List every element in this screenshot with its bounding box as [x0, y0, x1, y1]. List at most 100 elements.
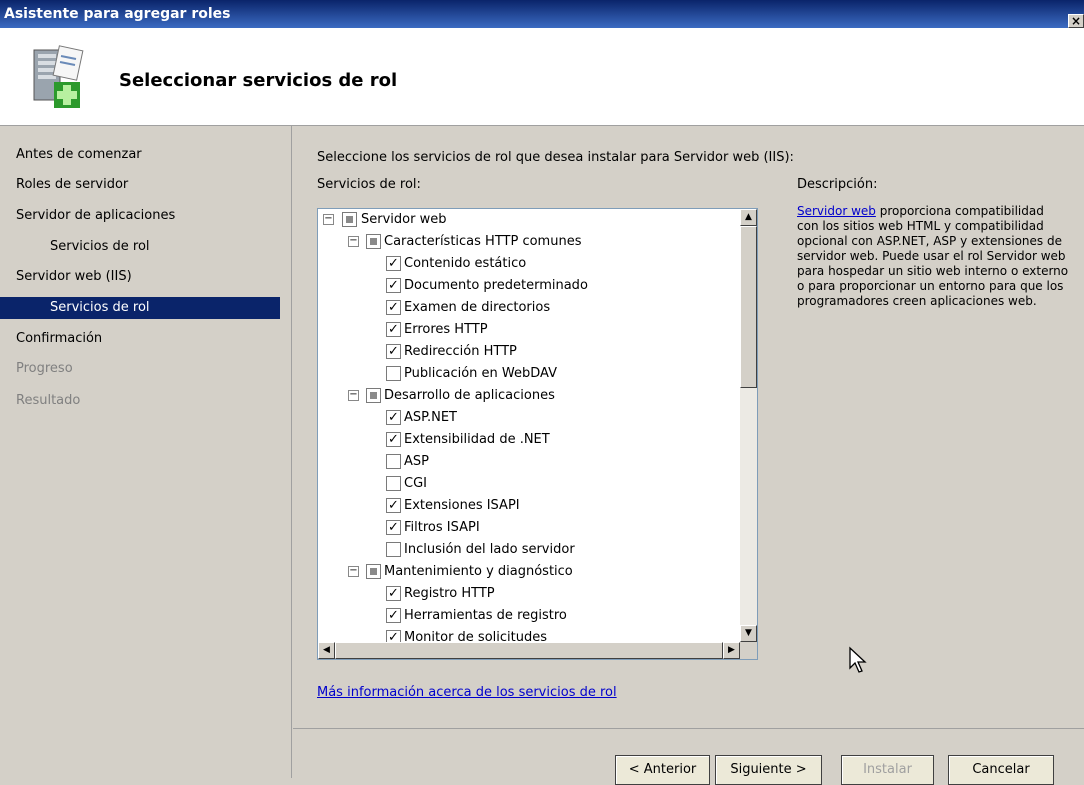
tree-item-label: Extensibilidad de .NET [404, 432, 550, 447]
tree-item-label: Contenido estático [404, 256, 527, 271]
tree-checkbox[interactable] [342, 212, 357, 227]
tree-item[interactable]: − Mantenimiento y diagnóstico [318, 561, 738, 583]
tree-checkbox[interactable]: ✓ [386, 608, 401, 623]
mouse-cursor-icon [849, 646, 867, 673]
tree-item[interactable]: ✓ Registro HTTP [318, 583, 738, 605]
tree-checkbox[interactable] [386, 454, 401, 469]
tree-item[interactable]: ✓ Redirección HTTP [318, 341, 738, 363]
wizard-header: Seleccionar servicios de rol [0, 28, 1084, 126]
tree-item[interactable]: ✓ Extensiones ISAPI [318, 495, 738, 517]
tree-item-label: ASP.NET [404, 410, 457, 425]
scroll-left-icon[interactable]: ◀ [318, 642, 335, 659]
tree-item-label: Mantenimiento y diagnóstico [384, 564, 573, 579]
wizard-sidebar: Antes de comenzar Roles de servidor Serv… [0, 126, 292, 778]
tree-checkbox[interactable] [386, 476, 401, 491]
tree-item-label: Herramientas de registro [404, 608, 567, 623]
window-title: Asistente para agregar roles [4, 6, 231, 22]
button-bar: < Anterior Siguiente > Instalar Cancelar [293, 728, 1084, 785]
tree-checkbox[interactable] [386, 542, 401, 557]
tree-item-label: CGI [404, 476, 427, 491]
tree-checkbox[interactable] [366, 234, 381, 249]
tree-item-label: Publicación en WebDAV [404, 366, 557, 381]
tree-checkbox[interactable]: ✓ [386, 520, 401, 535]
collapse-icon[interactable]: − [348, 566, 359, 577]
horizontal-scrollbar[interactable]: ◀ ▶ [318, 642, 740, 659]
main-content: Seleccione los servicios de rol que dese… [293, 126, 1084, 785]
tree-item-label: Redirección HTTP [404, 344, 517, 359]
tree-item[interactable]: ✓ Documento predeterminado [318, 275, 738, 297]
tree-item[interactable]: CGI [318, 473, 738, 495]
vertical-scroll-thumb[interactable] [740, 226, 757, 388]
collapse-icon[interactable]: − [323, 214, 334, 225]
tree-checkbox[interactable] [366, 388, 381, 403]
tree-checkbox[interactable]: ✓ [386, 586, 401, 601]
tree-item[interactable]: ✓ ASP.NET [318, 407, 738, 429]
description-label: Descripción: [797, 177, 878, 192]
tree-item-label: Servidor web [361, 212, 447, 227]
tree-item[interactable]: Inclusión del lado servidor [318, 539, 738, 561]
tree-checkbox[interactable]: ✓ [386, 432, 401, 447]
tree-item-label: ASP [404, 454, 429, 469]
scroll-up-icon[interactable]: ▲ [740, 209, 757, 226]
sidebar-item-roles-de-servidor[interactable]: Roles de servidor [0, 174, 280, 196]
tree-item[interactable]: ✓ Contenido estático [318, 253, 738, 275]
title-bar: Asistente para agregar roles × [0, 0, 1084, 28]
tree-item[interactable]: ✓ Examen de directorios [318, 297, 738, 319]
tree-item[interactable]: Publicación en WebDAV [318, 363, 738, 385]
tree-checkbox[interactable]: ✓ [386, 410, 401, 425]
sidebar-item-confirmacion[interactable]: Confirmación [0, 328, 280, 350]
tree-item-label: Características HTTP comunes [384, 234, 582, 249]
back-button[interactable]: < Anterior [615, 755, 710, 785]
tree-checkbox[interactable] [386, 366, 401, 381]
vertical-scrollbar[interactable]: ▲ ▼ [740, 209, 757, 642]
sidebar-item-servidor-web[interactable]: Servidor web (IIS) [0, 266, 280, 288]
tree-checkbox[interactable]: ✓ [386, 278, 401, 293]
sidebar-item-resultado: Resultado [16, 393, 81, 408]
tree-item[interactable]: ✓ Herramientas de registro [318, 605, 738, 627]
tree-item-label: Documento predeterminado [404, 278, 588, 293]
intro-text: Seleccione los servicios de rol que dese… [317, 150, 794, 165]
more-info-link[interactable]: Más información acerca de los servicios … [317, 685, 617, 700]
tree-item-label: Errores HTTP [404, 322, 488, 337]
tree-checkbox[interactable]: ✓ [386, 344, 401, 359]
tree-item[interactable]: − Características HTTP comunes [318, 231, 738, 253]
sidebar-item-servicios-de-rol-web[interactable]: Servicios de rol [0, 297, 280, 319]
tree-item-label: Filtros ISAPI [404, 520, 480, 535]
tree-item[interactable]: − Servidor web [318, 209, 738, 231]
tree-checkbox[interactable]: ✓ [386, 300, 401, 315]
tree-item-label: Inclusión del lado servidor [404, 542, 575, 557]
tree-item-label: Extensiones ISAPI [404, 498, 520, 513]
tree-checkbox[interactable]: ✓ [386, 322, 401, 337]
close-button[interactable]: × [1068, 14, 1084, 28]
tree-item[interactable]: − Desarrollo de aplicaciones [318, 385, 738, 407]
description-link[interactable]: Servidor web [797, 204, 876, 218]
scroll-corner [740, 642, 757, 659]
sidebar-item-antes-de-comenzar[interactable]: Antes de comenzar [0, 144, 280, 166]
scroll-right-icon[interactable]: ▶ [723, 642, 740, 659]
tree-checkbox[interactable]: ✓ [386, 256, 401, 271]
tree-item[interactable]: ✓ Extensibilidad de .NET [318, 429, 738, 451]
tree-item[interactable]: ✓ Errores HTTP [318, 319, 738, 341]
tree-item[interactable]: ASP [318, 451, 738, 473]
role-services-tree[interactable]: − Servidor web − Características HTTP comun… [317, 208, 758, 660]
tree-item-label: Desarrollo de aplicaciones [384, 388, 555, 403]
sidebar-item-servicios-de-rol-app[interactable]: Servicios de rol [0, 236, 280, 258]
collapse-icon[interactable]: − [348, 390, 359, 401]
install-button: Instalar [841, 755, 934, 785]
description-text: Servidor web proporciona compatibilidad … [797, 204, 1069, 309]
tree-checkbox[interactable] [366, 564, 381, 579]
server-add-role-icon [33, 45, 84, 108]
horizontal-scroll-thumb[interactable] [335, 642, 723, 659]
tree-item[interactable]: ✓ Filtros ISAPI [318, 517, 738, 539]
sidebar-item-progreso: Progreso [16, 361, 73, 376]
tree-checkbox[interactable]: ✓ [386, 498, 401, 513]
cancel-button[interactable]: Cancelar [948, 755, 1054, 785]
sidebar-item-servidor-de-aplicaciones[interactable]: Servidor de aplicaciones [0, 205, 280, 227]
scroll-down-icon[interactable]: ▼ [740, 625, 757, 642]
description-body: proporciona compatibilidad con los sitio… [797, 204, 1069, 308]
tree-item-label: Registro HTTP [404, 586, 495, 601]
services-label: Servicios de rol: [317, 177, 421, 192]
tree-item-label: Examen de directorios [404, 300, 551, 315]
next-button[interactable]: Siguiente > [715, 755, 822, 785]
collapse-icon[interactable]: − [348, 236, 359, 247]
